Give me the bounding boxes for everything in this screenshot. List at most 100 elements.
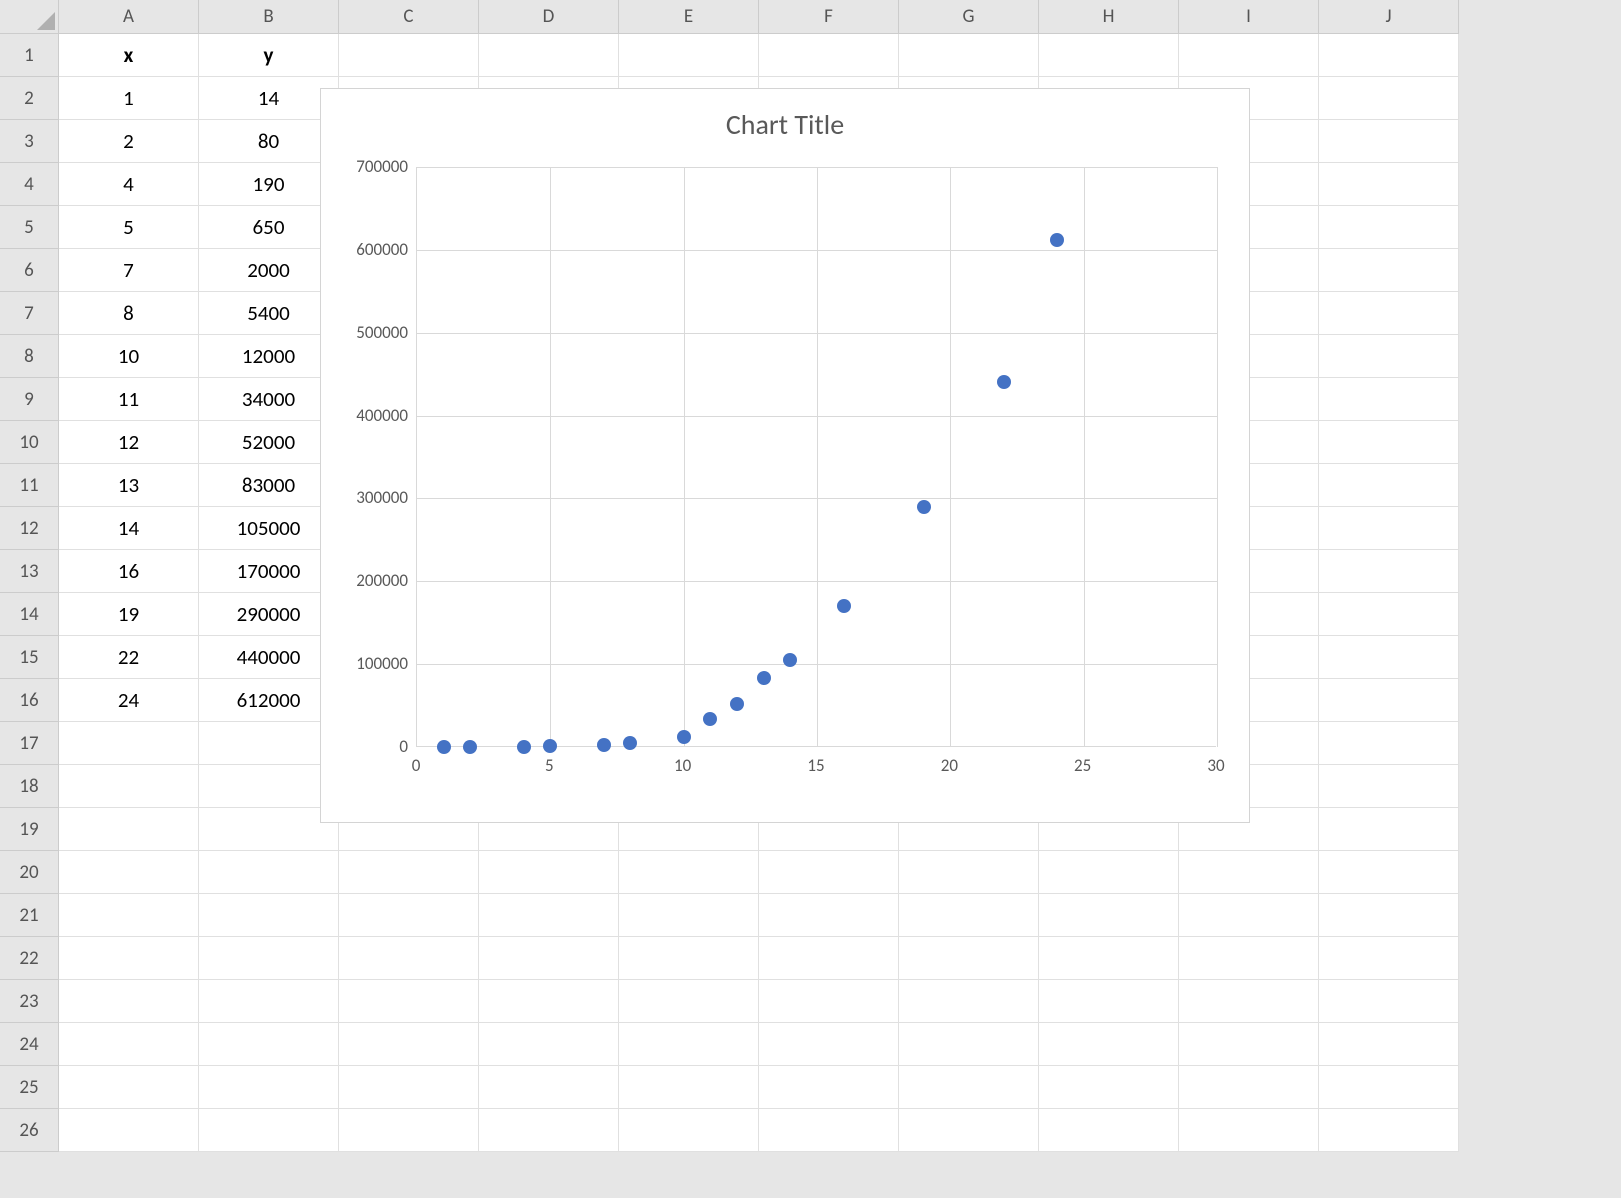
cell-C26[interactable] (339, 1109, 479, 1152)
column-header-J[interactable]: J (1319, 0, 1459, 34)
cell-A8[interactable]: 10 (59, 335, 199, 378)
row-header-2[interactable]: 2 (0, 77, 59, 120)
row-header-16[interactable]: 16 (0, 679, 59, 722)
column-header-B[interactable]: B (199, 0, 339, 34)
cell-A18[interactable] (59, 765, 199, 808)
chart-data-point[interactable] (517, 740, 531, 754)
row-header-20[interactable]: 20 (0, 851, 59, 894)
cell-F23[interactable] (759, 980, 899, 1023)
cell-B4[interactable]: 190 (199, 163, 339, 206)
column-header-H[interactable]: H (1039, 0, 1179, 34)
row-header-7[interactable]: 7 (0, 292, 59, 335)
cell-G20[interactable] (899, 851, 1039, 894)
cell-A20[interactable] (59, 851, 199, 894)
cell-H1[interactable] (1039, 34, 1179, 77)
cell-J14[interactable] (1319, 593, 1459, 636)
cell-E1[interactable] (619, 34, 759, 77)
cell-J10[interactable] (1319, 421, 1459, 464)
cell-J5[interactable] (1319, 206, 1459, 249)
cell-I21[interactable] (1179, 894, 1319, 937)
cell-A12[interactable]: 14 (59, 507, 199, 550)
cell-I1[interactable] (1179, 34, 1319, 77)
cell-I22[interactable] (1179, 937, 1319, 980)
row-header-10[interactable]: 10 (0, 421, 59, 464)
row-header-26[interactable]: 26 (0, 1109, 59, 1152)
cell-J23[interactable] (1319, 980, 1459, 1023)
cell-B6[interactable]: 2000 (199, 249, 339, 292)
chart-data-point[interactable] (757, 671, 771, 685)
cell-A22[interactable] (59, 937, 199, 980)
cell-A4[interactable]: 4 (59, 163, 199, 206)
cell-A9[interactable]: 11 (59, 378, 199, 421)
cell-C1[interactable] (339, 34, 479, 77)
chart-data-point[interactable] (437, 740, 451, 754)
cell-J17[interactable] (1319, 722, 1459, 765)
row-header-24[interactable]: 24 (0, 1023, 59, 1066)
cell-B14[interactable]: 290000 (199, 593, 339, 636)
row-header-4[interactable]: 4 (0, 163, 59, 206)
cell-A15[interactable]: 22 (59, 636, 199, 679)
row-header-9[interactable]: 9 (0, 378, 59, 421)
cell-G24[interactable] (899, 1023, 1039, 1066)
cell-J4[interactable] (1319, 163, 1459, 206)
row-header-8[interactable]: 8 (0, 335, 59, 378)
column-header-C[interactable]: C (339, 0, 479, 34)
chart-data-point[interactable] (623, 736, 637, 750)
cell-B21[interactable] (199, 894, 339, 937)
cell-H21[interactable] (1039, 894, 1179, 937)
cell-I24[interactable] (1179, 1023, 1319, 1066)
cell-C22[interactable] (339, 937, 479, 980)
cell-I26[interactable] (1179, 1109, 1319, 1152)
cell-A1[interactable]: x (59, 34, 199, 77)
row-header-23[interactable]: 23 (0, 980, 59, 1023)
column-header-A[interactable]: A (59, 0, 199, 34)
cell-C23[interactable] (339, 980, 479, 1023)
cell-A17[interactable] (59, 722, 199, 765)
cell-B25[interactable] (199, 1066, 339, 1109)
column-header-D[interactable]: D (479, 0, 619, 34)
cell-B5[interactable]: 650 (199, 206, 339, 249)
cell-B13[interactable]: 170000 (199, 550, 339, 593)
cell-G22[interactable] (899, 937, 1039, 980)
cell-B26[interactable] (199, 1109, 339, 1152)
cell-C25[interactable] (339, 1066, 479, 1109)
cell-J6[interactable] (1319, 249, 1459, 292)
chart-data-point[interactable] (703, 712, 717, 726)
column-header-G[interactable]: G (899, 0, 1039, 34)
cell-F21[interactable] (759, 894, 899, 937)
row-header-15[interactable]: 15 (0, 636, 59, 679)
cell-B16[interactable]: 612000 (199, 679, 339, 722)
cell-B23[interactable] (199, 980, 339, 1023)
cell-F1[interactable] (759, 34, 899, 77)
row-header-22[interactable]: 22 (0, 937, 59, 980)
cell-J8[interactable] (1319, 335, 1459, 378)
cell-B9[interactable]: 34000 (199, 378, 339, 421)
cell-J7[interactable] (1319, 292, 1459, 335)
row-header-1[interactable]: 1 (0, 34, 59, 77)
cell-E24[interactable] (619, 1023, 759, 1066)
cell-D23[interactable] (479, 980, 619, 1023)
row-header-12[interactable]: 12 (0, 507, 59, 550)
row-header-5[interactable]: 5 (0, 206, 59, 249)
cell-J21[interactable] (1319, 894, 1459, 937)
chart-data-point[interactable] (997, 375, 1011, 389)
cell-H23[interactable] (1039, 980, 1179, 1023)
cell-F20[interactable] (759, 851, 899, 894)
cell-F25[interactable] (759, 1066, 899, 1109)
cell-B17[interactable] (199, 722, 339, 765)
cell-D20[interactable] (479, 851, 619, 894)
row-header-25[interactable]: 25 (0, 1066, 59, 1109)
cell-H22[interactable] (1039, 937, 1179, 980)
cell-B8[interactable]: 12000 (199, 335, 339, 378)
cell-D1[interactable] (479, 34, 619, 77)
cell-H24[interactable] (1039, 1023, 1179, 1066)
cell-J3[interactable] (1319, 120, 1459, 163)
row-header-11[interactable]: 11 (0, 464, 59, 507)
cell-B15[interactable]: 440000 (199, 636, 339, 679)
row-header-6[interactable]: 6 (0, 249, 59, 292)
chart-data-point[interactable] (783, 653, 797, 667)
cell-A21[interactable] (59, 894, 199, 937)
cell-J16[interactable] (1319, 679, 1459, 722)
cell-B24[interactable] (199, 1023, 339, 1066)
cell-B19[interactable] (199, 808, 339, 851)
